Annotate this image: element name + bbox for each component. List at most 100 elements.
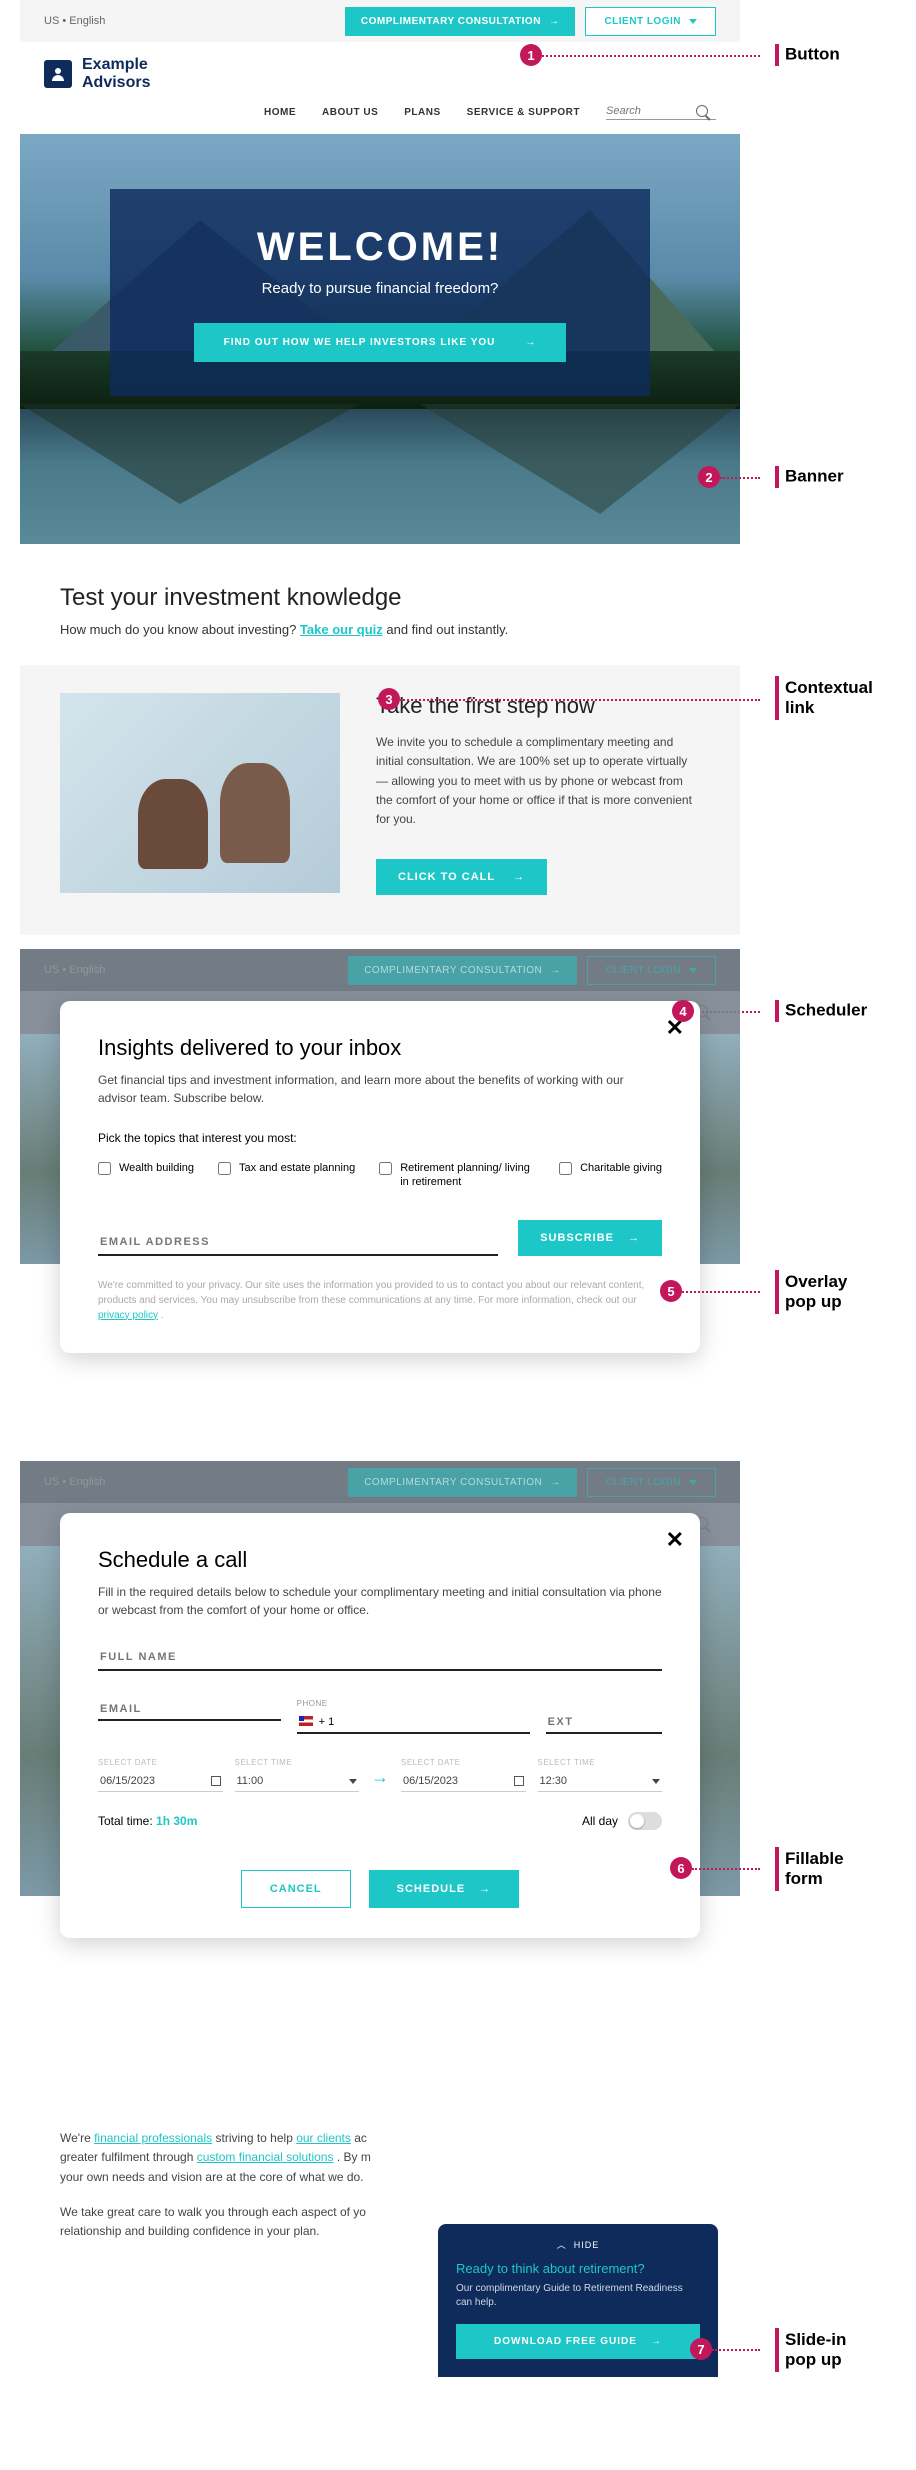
client-login-button[interactable]: CLIENT LOGIN [585,7,716,36]
toggle-icon[interactable] [628,1812,662,1830]
privacy-text: We're committed to your privacy. Our sit… [98,1278,662,1323]
phone-label: PHONE [297,1699,530,1708]
calendar-icon [514,1776,524,1786]
hero-title: WELCOME! [140,225,620,270]
total-time-value: 1h 30m [156,1814,197,1828]
search-field[interactable] [606,105,716,120]
arrow-right-icon: → [628,1232,640,1244]
privacy-policy-link[interactable]: privacy policy [98,1310,158,1321]
annotation-overlay-popup: Overlaypop up [775,1270,847,1314]
chevron-down-icon [349,1775,357,1787]
calendar-icon [211,1776,221,1786]
panel-slidein: We're financial professionals striving t… [20,2095,740,2377]
insights-body: Get financial tips and investment inform… [98,1071,662,1107]
nav-home[interactable]: HOME [264,107,296,118]
checkbox[interactable] [379,1162,392,1175]
schedule-title: Schedule a call [98,1547,662,1573]
search-icon [696,105,708,117]
chevron-down-icon [689,16,697,27]
financial-professionals-link[interactable]: financial professionals [94,2131,212,2145]
ext-input[interactable] [546,1712,662,1734]
checkbox[interactable] [98,1162,111,1175]
locale-selector-dim: US • English [44,964,105,976]
annotation-contextual-link: Contextuallink [775,676,873,720]
select-date-label: SELECT DATE [401,1758,526,1767]
annotation-slidein-popup: Slide-inpop up [775,2328,846,2372]
our-clients-link[interactable]: our clients [296,2131,351,2145]
consultation-button-dim: COMPLIMENTARY CONSULTATION→ [348,1468,577,1497]
take-quiz-link[interactable]: Take our quiz [300,622,383,637]
chevron-down-icon [652,1775,660,1787]
login-button-dim: CLIENT LOGIN [587,956,716,985]
topic-tax[interactable]: Tax and estate planning [218,1161,355,1190]
select-time-label: SELECT TIME [538,1758,663,1767]
topic-wealth[interactable]: Wealth building [98,1161,194,1190]
locale-selector[interactable]: US • English [44,15,105,27]
nav-support[interactable]: SERVICE & SUPPORT [467,107,580,118]
fullname-input[interactable] [98,1645,662,1671]
checkbox[interactable] [559,1162,572,1175]
arrow-right-icon: → [651,2336,662,2347]
login-button-dim: CLIENT LOGIN [587,1468,716,1497]
custom-solutions-link[interactable]: custom financial solutions [197,2150,334,2164]
insights-modal: ✕ Insights delivered to your inbox Get f… [60,1001,700,1353]
locale-selector-dim: US • English [44,1476,105,1488]
marker-5: 5 [660,1280,682,1302]
step-title: Take the first step now [376,693,700,719]
topic-retirement[interactable]: Retirement planning/ living in retiremen… [379,1161,535,1190]
slidein-body: Our complimentary Guide to Retirement Re… [456,2282,700,2310]
topic-charitable[interactable]: Charitable giving [559,1161,662,1190]
panel-fillable-form: US • English COMPLIMENTARY CONSULTATION→… [20,1461,740,2081]
panel-overlay-popup: US • English COMPLIMENTARY CONSULTATION→… [20,949,740,1447]
marker-1: 1 [520,44,542,66]
arrow-right-icon: → [371,1767,389,1792]
click-to-call-button[interactable]: CLICK TO CALL → [376,859,547,895]
start-date-input[interactable]: 06/15/2023 [98,1771,223,1792]
hero-banner: WELCOME! Ready to pursue financial freed… [20,134,740,544]
marker-2: 2 [698,466,720,488]
consultation-image [60,693,340,893]
phone-input[interactable]: + 1 [297,1712,530,1734]
flag-icon [299,1716,313,1726]
email-input[interactable] [98,1230,498,1256]
slidein-popup: ︿ HIDE Ready to think about retirement? … [438,2224,718,2377]
marker-7: 7 [690,2338,712,2360]
arrow-right-icon: → [479,1883,491,1895]
annotation-button: Button [775,44,840,66]
schedule-button[interactable]: SCHEDULE→ [369,1870,520,1908]
insights-pick-label: Pick the topics that interest you most: [98,1131,662,1145]
main-nav: HOME ABOUT US PLANS SERVICE & SUPPORT [44,105,716,120]
nav-plans[interactable]: PLANS [404,107,440,118]
search-input[interactable] [606,105,696,117]
marker-3: 3 [378,688,400,710]
arrow-right-icon: → [513,871,525,883]
annotation-banner: Banner [775,466,844,488]
complimentary-consultation-button[interactable]: COMPLIMENTARY CONSULTATION → [345,7,576,36]
email-input[interactable] [98,1699,281,1721]
download-guide-button[interactable]: DOWNLOAD FREE GUIDE→ [456,2324,700,2359]
hero-subtitle: Ready to pursue financial freedom? [140,280,620,297]
subscribe-button[interactable]: SUBSCRIBE→ [518,1220,662,1256]
step-body: We invite you to schedule a complimentar… [376,733,700,829]
marker-6: 6 [670,1857,692,1879]
quiz-title: Test your investment knowledge [60,584,700,612]
logo-icon [44,60,72,88]
all-day-toggle[interactable]: All day [582,1812,662,1830]
end-time-input[interactable]: 12:30 [538,1771,663,1792]
cancel-button[interactable]: CANCEL [241,1870,351,1908]
hide-button[interactable]: ︿ HIDE [456,2238,700,2251]
quiz-section: Test your investment knowledge How much … [20,544,740,665]
annotation-fillable-form: Fillableform [775,1847,844,1891]
topbar: US • English COMPLIMENTARY CONSULTATION … [20,0,740,42]
select-time-label: SELECT TIME [235,1758,360,1767]
marker-4: 4 [672,1000,694,1022]
logo[interactable]: ExampleAdvisors [44,56,716,91]
hero-cta-button[interactable]: FIND OUT HOW WE HELP INVESTORS LIKE YOU … [194,323,567,362]
slidein-title: Ready to think about retirement? [456,2261,700,2276]
start-time-input[interactable]: 11:00 [235,1771,360,1792]
checkbox[interactable] [218,1162,231,1175]
consultation-button-dim: COMPLIMENTARY CONSULTATION→ [348,956,577,985]
nav-about[interactable]: ABOUT US [322,107,378,118]
close-icon[interactable]: ✕ [666,1527,684,1553]
end-date-input[interactable]: 06/15/2023 [401,1771,526,1792]
